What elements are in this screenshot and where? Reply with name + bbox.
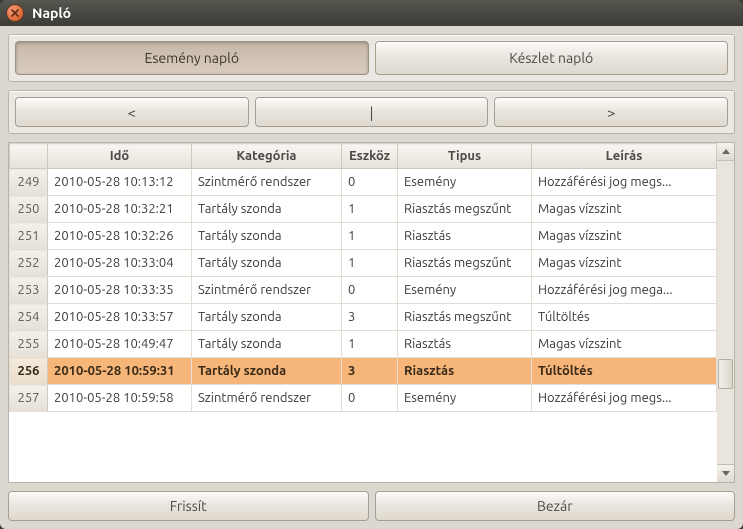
table-row[interactable]: 2522010-05-28 10:33:04Tartály szonda1Ria…	[10, 250, 717, 277]
cell-category: Tartály szonda	[192, 304, 342, 331]
cell-rownum: 255	[10, 331, 48, 358]
col-header-device[interactable]: Eszköz	[342, 144, 398, 169]
log-table: Idő Kategória Eszköz Tipus Leírás 249201…	[9, 143, 717, 412]
cell-category: Tartály szonda	[192, 223, 342, 250]
cell-device: 1	[342, 250, 398, 277]
table-row[interactable]: 2512010-05-28 10:32:26Tartály szonda1Ria…	[10, 223, 717, 250]
cell-device: 3	[342, 358, 398, 385]
table-row[interactable]: 2562010-05-28 10:59:31Tartály szonda3Ria…	[10, 358, 717, 385]
cell-category: Szintmérő rendszer	[192, 169, 342, 196]
scroll-down-icon[interactable]	[717, 464, 734, 482]
tab-event-log[interactable]: Esemény napló	[15, 41, 369, 75]
col-header-time[interactable]: Idő	[48, 144, 192, 169]
cell-desc: Hozzáférési jog mega...	[532, 277, 717, 304]
scroll-track[interactable]	[717, 161, 734, 464]
cell-desc: Hozzáférési jog megs...	[532, 169, 717, 196]
nav-current-button[interactable]: |	[255, 97, 489, 127]
cell-category: Tartály szonda	[192, 331, 342, 358]
cell-desc: Túltöltés	[532, 358, 717, 385]
table-row[interactable]: 2502010-05-28 10:32:21Tartály szonda1Ria…	[10, 196, 717, 223]
vertical-scrollbar[interactable]	[717, 142, 735, 483]
nav-next-button[interactable]: >	[494, 97, 728, 127]
table-row[interactable]: 2542010-05-28 10:33:57Tartály szonda3Ria…	[10, 304, 717, 331]
col-header-rownum[interactable]	[10, 144, 48, 169]
cell-device: 0	[342, 277, 398, 304]
close-icon[interactable]	[6, 4, 24, 22]
cell-time: 2010-05-28 10:32:26	[48, 223, 192, 250]
refresh-button[interactable]: Frissít	[8, 491, 369, 521]
col-header-desc[interactable]: Leírás	[532, 144, 717, 169]
close-button[interactable]: Bezár	[375, 491, 736, 521]
cell-device: 1	[342, 331, 398, 358]
cell-category: Tartály szonda	[192, 250, 342, 277]
log-table-scroll: Idő Kategória Eszköz Tipus Leírás 249201…	[8, 142, 717, 483]
cell-rownum: 253	[10, 277, 48, 304]
cell-type: Riasztás	[398, 358, 532, 385]
cell-time: 2010-05-28 10:33:35	[48, 277, 192, 304]
cell-device: 1	[342, 223, 398, 250]
cell-time: 2010-05-28 10:32:21	[48, 196, 192, 223]
cell-type: Riasztás megszűnt	[398, 250, 532, 277]
cell-category: Szintmérő rendszer	[192, 277, 342, 304]
cell-time: 2010-05-28 10:33:57	[48, 304, 192, 331]
nav-panel: < | >	[8, 90, 735, 134]
cell-category: Tartály szonda	[192, 358, 342, 385]
log-tabs-panel: Esemény napló Készlet napló	[8, 34, 735, 82]
cell-device: 3	[342, 304, 398, 331]
scroll-thumb[interactable]	[718, 359, 733, 389]
cell-time: 2010-05-28 10:33:04	[48, 250, 192, 277]
cell-rownum: 257	[10, 385, 48, 412]
cell-type: Esemény	[398, 169, 532, 196]
nav-prev-button[interactable]: <	[15, 97, 249, 127]
cell-type: Riasztás megszűnt	[398, 196, 532, 223]
cell-rownum: 252	[10, 250, 48, 277]
cell-rownum: 249	[10, 169, 48, 196]
col-header-category[interactable]: Kategória	[192, 144, 342, 169]
cell-category: Tartály szonda	[192, 196, 342, 223]
cell-rownum: 250	[10, 196, 48, 223]
col-header-type[interactable]: Tipus	[398, 144, 532, 169]
cell-rownum: 256	[10, 358, 48, 385]
cell-desc: Túltöltés	[532, 304, 717, 331]
cell-rownum: 254	[10, 304, 48, 331]
cell-desc: Magas vízszint	[532, 196, 717, 223]
tab-stock-log[interactable]: Készlet napló	[375, 41, 729, 75]
window-title: Napló	[32, 5, 71, 21]
cell-desc: Magas vízszint	[532, 250, 717, 277]
cell-device: 0	[342, 169, 398, 196]
cell-device: 1	[342, 196, 398, 223]
cell-desc: Hozzáférési jog megs...	[532, 385, 717, 412]
cell-time: 2010-05-28 10:49:47	[48, 331, 192, 358]
table-row[interactable]: 2532010-05-28 10:33:35Szintmérő rendszer…	[10, 277, 717, 304]
cell-time: 2010-05-28 10:59:58	[48, 385, 192, 412]
cell-time: 2010-05-28 10:13:12	[48, 169, 192, 196]
table-row[interactable]: 2552010-05-28 10:49:47Tartály szonda1Ria…	[10, 331, 717, 358]
cell-rownum: 251	[10, 223, 48, 250]
footer-panel: Frissít Bezár	[8, 491, 735, 521]
cell-type: Esemény	[398, 385, 532, 412]
table-header-row: Idő Kategória Eszköz Tipus Leírás	[10, 144, 717, 169]
window-body: Esemény napló Készlet napló < | > Idő	[0, 26, 743, 529]
cell-type: Esemény	[398, 277, 532, 304]
table-row[interactable]: 2492010-05-28 10:13:12Szintmérő rendszer…	[10, 169, 717, 196]
cell-category: Szintmérő rendszer	[192, 385, 342, 412]
table-row[interactable]: 2572010-05-28 10:59:58Szintmérő rendszer…	[10, 385, 717, 412]
titlebar: Napló	[0, 0, 743, 26]
cell-desc: Magas vízszint	[532, 331, 717, 358]
cell-type: Riasztás	[398, 223, 532, 250]
cell-device: 0	[342, 385, 398, 412]
window: Napló Esemény napló Készlet napló < | >	[0, 0, 743, 529]
scroll-up-icon[interactable]	[717, 143, 734, 161]
log-table-container: Idő Kategória Eszköz Tipus Leírás 249201…	[8, 142, 735, 483]
cell-time: 2010-05-28 10:59:31	[48, 358, 192, 385]
cell-type: Riasztás	[398, 331, 532, 358]
cell-desc: Magas vízszint	[532, 223, 717, 250]
cell-type: Riasztás megszűnt	[398, 304, 532, 331]
